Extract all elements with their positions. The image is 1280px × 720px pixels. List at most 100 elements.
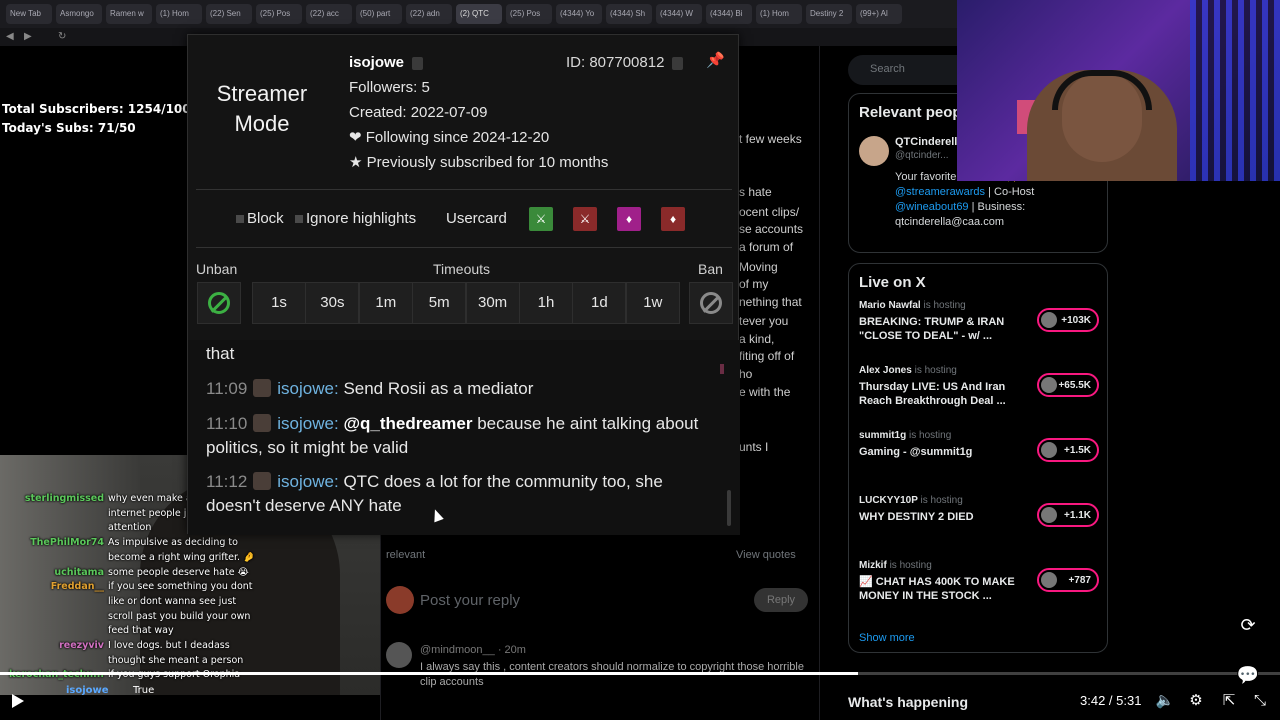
unmod-sword-icon[interactable]: ⚔ (529, 207, 553, 231)
live-listener-pill[interactable]: +1.1K (1037, 503, 1099, 527)
play-icon[interactable] (12, 694, 24, 708)
live-listener-pill[interactable]: +787 (1037, 568, 1099, 592)
ignore-highlights-checkbox[interactable] (295, 215, 303, 223)
copy-icon[interactable] (672, 56, 684, 70)
view-quotes-link[interactable]: View quotes (736, 549, 796, 561)
browser-tab[interactable]: (22) Sen (206, 4, 252, 24)
browser-tab[interactable]: (1) Hom (156, 4, 202, 24)
live-item[interactable]: LUCKYY10P is hosting WHY DESTINY 2 DIED +1… (859, 495, 1099, 545)
sort-relevant[interactable]: relevant (386, 549, 425, 561)
browser-tab[interactable]: (1) Hom (756, 4, 802, 24)
live-listener-pill[interactable]: +103K (1037, 308, 1099, 332)
browser-tab[interactable]: Asmongo (56, 4, 102, 24)
message-username[interactable]: isojowe: (277, 414, 338, 433)
browser-tab[interactable]: (2) QTC (456, 4, 502, 24)
browser-tab[interactable]: (50) part (356, 4, 402, 24)
chat-text: I love dogs. but I deadass thought she m… (108, 640, 244, 666)
browser-tab[interactable]: (4344) Yo (556, 4, 602, 24)
post-text-fragment: tever you (739, 314, 789, 328)
browser-tab[interactable]: (99+) Al (856, 4, 902, 24)
chat-history-message: 11:10 isojowe: @q_thedreamer because he a… (206, 412, 711, 460)
usercard-link[interactable]: Usercard (446, 210, 507, 227)
live-item[interactable]: Mario Nawfal is hosting BREAKING: TRUMP &… (859, 300, 1099, 350)
scrollbar[interactable] (727, 490, 731, 526)
bio-link[interactable]: @wineabout69 (895, 201, 969, 213)
back-icon[interactable]: ◀ (6, 31, 14, 42)
show-more-link[interactable]: Show more (859, 632, 915, 644)
reply-composer[interactable]: Post your reply Reply (386, 580, 816, 620)
avatar[interactable] (859, 136, 889, 166)
live-item[interactable]: Alex Jones is hosting Thursday LIVE: US A… (859, 365, 1099, 415)
timeout-button[interactable]: 1w (625, 282, 680, 324)
message-username[interactable]: isojowe: (277, 379, 338, 398)
reply-button[interactable]: Reply (754, 588, 808, 612)
browser-tab[interactable]: New Tab (6, 4, 52, 24)
reload-icon[interactable]: ↻ (58, 31, 66, 42)
username[interactable]: isojowe (349, 54, 404, 71)
live-item[interactable]: summit1g is hosting Gaming - @summit1g +1.… (859, 430, 1099, 480)
chat-username: ThePhilMor74 (30, 537, 104, 549)
reply-handle: @mindmoon__ · 20m (420, 644, 526, 656)
reply-input[interactable]: Post your reply (420, 592, 520, 609)
mention[interactable]: @q_thedreamer (343, 414, 472, 433)
timestamp: 11:10 (206, 414, 248, 433)
browser-tab[interactable]: (22) acc (306, 4, 352, 24)
timeout-button[interactable]: 1d (572, 282, 627, 324)
refresh-sidebar-icon[interactable]: ⟳ (1234, 611, 1262, 639)
usercard-popup: Streamer Mode isojowe Followers: 5 Creat… (187, 34, 740, 535)
browser-tab[interactable]: (4344) Sh (606, 4, 652, 24)
chat-message: kerochan_techn...if you guys support Oro… (4, 668, 264, 683)
chat-history-message: 11:09 isojowe: Send Rosii as a mediator (206, 377, 711, 401)
volume-icon[interactable]: 🔈 (1155, 691, 1175, 711)
unban-button[interactable] (197, 282, 241, 324)
message-text: Send Rosii as a mediator (343, 379, 534, 398)
popout-icon[interactable]: ⇱ (1219, 691, 1239, 711)
browser-tab[interactable]: Ramen w (106, 4, 152, 24)
relevant-name[interactable]: QTCinderella (895, 136, 963, 148)
timeout-button[interactable]: 1h (519, 282, 573, 324)
settings-gear-icon[interactable]: ⚙ (1186, 691, 1206, 711)
video-progress-bar[interactable] (0, 672, 1280, 675)
chat-bubble-icon[interactable]: 💬 (1234, 661, 1262, 689)
browser-tab[interactable]: (25) Pos (506, 4, 552, 24)
ignore-highlights-label[interactable]: Ignore highlights (306, 210, 416, 227)
vip-gem-icon[interactable]: ♦ (617, 207, 641, 231)
timeout-button[interactable]: 5m (412, 282, 467, 324)
block-checkbox[interactable] (236, 215, 244, 223)
moderation-labels: Unban Timeouts Ban (188, 261, 740, 279)
timeout-button[interactable]: 1m (358, 282, 413, 324)
live-listener-pill[interactable]: +65.5K (1037, 373, 1099, 397)
ban-button[interactable] (689, 282, 733, 324)
bio-link[interactable]: @streamerawards (895, 186, 985, 198)
post-text-fragment: unts I (739, 440, 769, 454)
message-username[interactable]: isojowe: (277, 472, 338, 491)
timeout-button[interactable]: 30s (305, 282, 360, 324)
browser-tab[interactable]: (25) Pos (256, 4, 302, 24)
chat-username: reezyviv (59, 640, 104, 652)
streamer-mode-label: Streamer Mode (216, 81, 308, 136)
chat-message: Freddan__ if you see something you dont l… (4, 580, 264, 639)
unban-label: Unban (196, 261, 238, 277)
browser-tab[interactable]: (22) adn (406, 4, 452, 24)
unvip-gem-icon[interactable]: ♦ (661, 207, 685, 231)
timeout-button[interactable]: 1s (252, 282, 306, 324)
live-listener-pill[interactable]: +1.5K (1037, 438, 1099, 462)
live-item[interactable]: Mizkif is hosting 📈 CHAT HAS 400K TO MAKE… (859, 560, 1099, 610)
post-text-fragment: a forum of (739, 240, 794, 254)
browser-tab[interactable]: Destiny 2 (806, 4, 852, 24)
timecode: 3:42 / 5:31 (1080, 693, 1142, 708)
avatar (1041, 572, 1057, 588)
post-text-fragment: ho (739, 367, 753, 381)
browser-tab[interactable]: (4344) W (656, 4, 702, 24)
pin-icon[interactable]: 📌 (706, 51, 725, 69)
block-label[interactable]: Block (247, 210, 284, 227)
mod-sword-icon[interactable]: ⚔ (573, 207, 597, 231)
followers-count: Followers: 5 (349, 79, 430, 96)
exit-fullscreen-icon[interactable]: ⤡ (1250, 691, 1270, 711)
timeout-button[interactable]: 30m (465, 282, 520, 324)
browser-tab[interactable]: (4344) Bi (706, 4, 752, 24)
total-subscribers: Total Subscribers: 1254/1000 (2, 102, 199, 116)
copy-icon[interactable] (412, 56, 424, 70)
avatar (386, 642, 412, 668)
forward-icon[interactable]: ▶ (24, 31, 32, 42)
